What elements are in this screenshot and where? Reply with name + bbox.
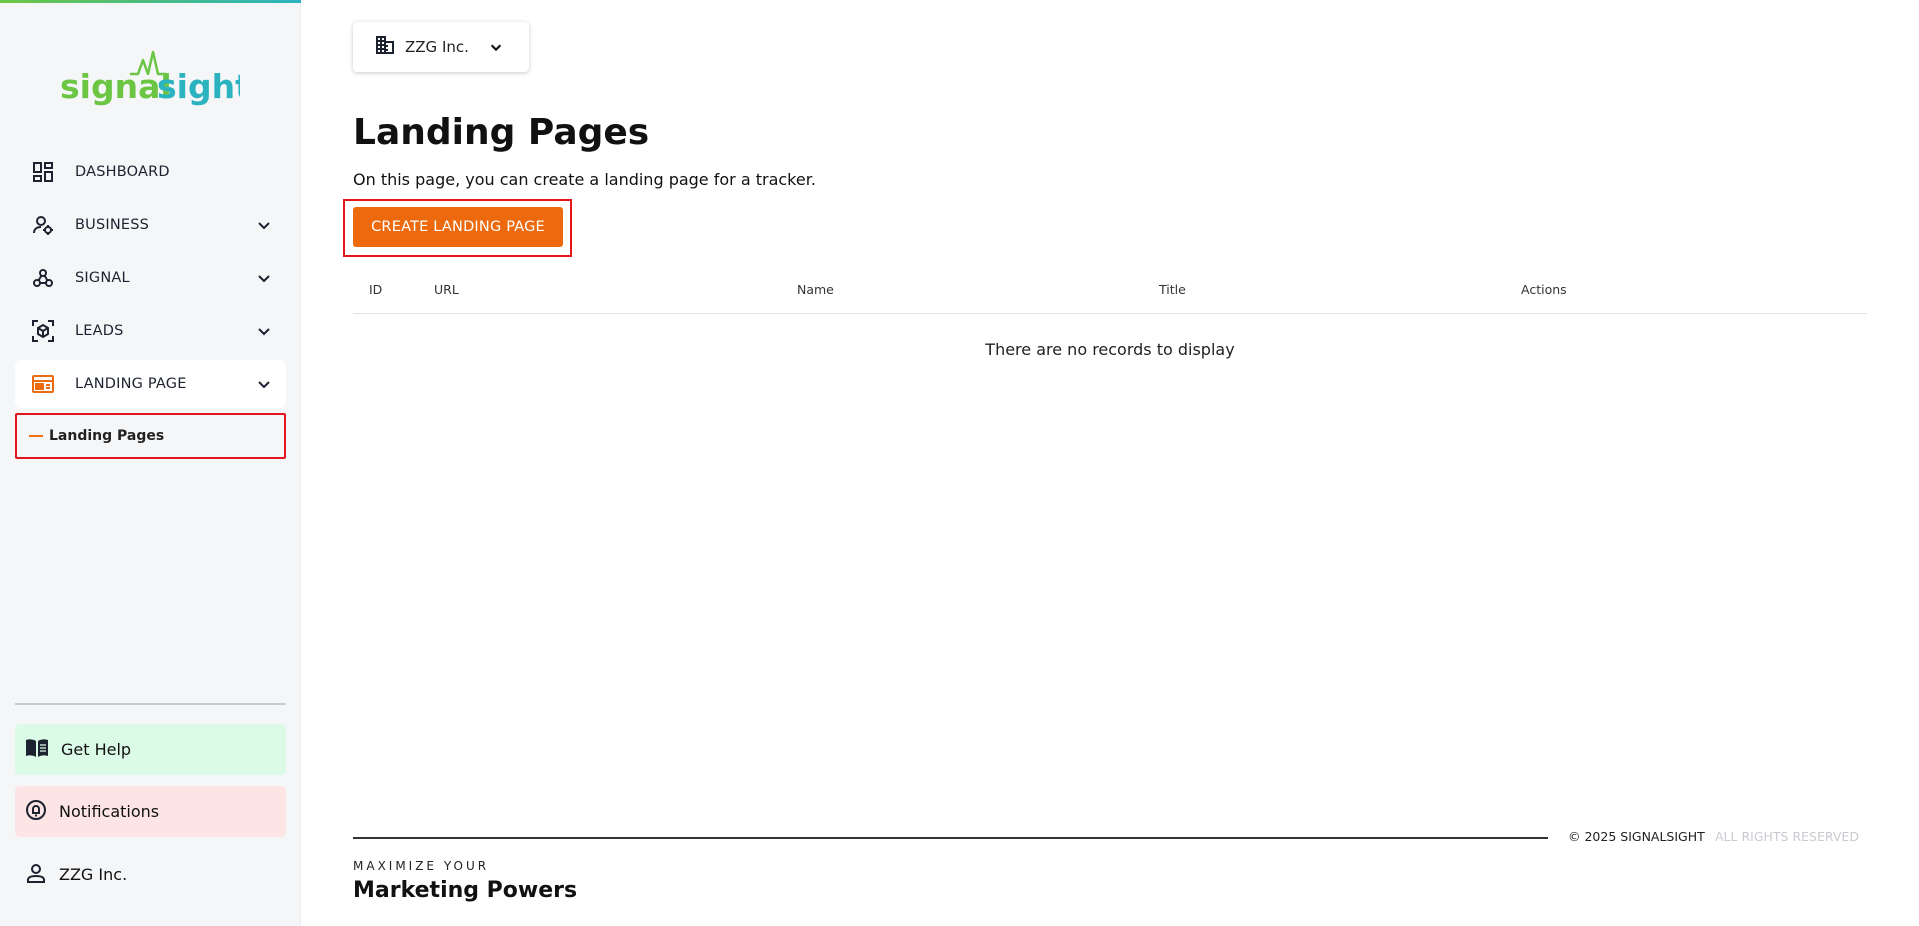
sidebar: signal sight DASHBOARD	[0, 0, 301, 926]
logo-text-signal: signal	[60, 67, 172, 106]
sidebar-item-landing-page[interactable]: LANDING PAGE	[15, 360, 286, 408]
user-icon	[25, 862, 47, 888]
leads-cube-icon	[31, 319, 55, 343]
building-icon	[375, 35, 395, 59]
page-description: On this page, you can create a landing p…	[353, 170, 816, 189]
chevron-down-icon	[258, 328, 270, 336]
sidebar-item-dashboard[interactable]: DASHBOARD	[15, 148, 286, 196]
create-landing-page-button[interactable]: CREATE LANDING PAGE	[353, 207, 563, 247]
sidebar-item-label: LANDING PAGE	[75, 376, 187, 392]
account-button[interactable]: ZZG Inc.	[15, 849, 286, 900]
notifications-button[interactable]: Notifications	[15, 786, 286, 837]
sidebar-subitem-label: Landing Pages	[49, 428, 165, 444]
rights-reserved-text: ALL RIGHTS RESERVED	[1715, 829, 1859, 844]
sidebar-item-label: DASHBOARD	[75, 164, 170, 180]
footer-divider	[353, 837, 1548, 839]
organization-select[interactable]: ZZG Inc.	[353, 22, 529, 72]
sidebar-nav: DASHBOARD BUSINESS SIGNAL LEADS LANDING …	[15, 148, 286, 459]
column-header-name[interactable]: Name	[797, 282, 834, 297]
main-content: ZZG Inc. Landing Pages On this page, you…	[343, 0, 1867, 926]
chevron-down-icon	[490, 44, 502, 52]
footer-tagline-big: Marketing Powers	[353, 878, 578, 903]
webhook-icon	[31, 266, 55, 290]
landing-page-icon	[31, 372, 55, 396]
landing-pages-table: ID URL Name Title Actions There are no r…	[353, 270, 1867, 359]
notification-bell-icon	[25, 799, 47, 825]
chevron-down-icon	[258, 275, 270, 283]
get-help-label: Get Help	[61, 740, 132, 759]
sidebar-divider	[15, 703, 286, 705]
business-user-icon	[31, 213, 55, 237]
chevron-down-icon	[258, 222, 270, 230]
column-header-url[interactable]: URL	[434, 282, 459, 297]
top-progress-line	[0, 0, 301, 3]
sidebar-item-leads[interactable]: LEADS	[15, 307, 286, 355]
app-root: signal sight DASHBOARD	[0, 0, 1919, 926]
active-dash-indicator	[29, 435, 43, 437]
signalsight-logo[interactable]: signal sight	[60, 48, 251, 108]
empty-table-message: There are no records to display	[985, 340, 1235, 359]
table-header: ID URL Name Title Actions	[353, 270, 1867, 314]
account-label: ZZG Inc.	[59, 865, 128, 884]
sidebar-item-label: BUSINESS	[75, 217, 150, 233]
organization-select-value: ZZG Inc.	[405, 38, 469, 56]
chevron-down-icon	[258, 381, 270, 389]
copyright-text: © 2025 SIGNALSIGHT	[1568, 829, 1705, 844]
sidebar-item-label: SIGNAL	[75, 270, 130, 286]
logo-text-sight: sight	[157, 67, 240, 106]
sidebar-item-business[interactable]: BUSINESS	[15, 201, 286, 249]
book-icon	[25, 737, 49, 763]
sidebar-item-label: LEADS	[75, 323, 124, 339]
sidebar-item-signal[interactable]: SIGNAL	[15, 254, 286, 302]
notifications-label: Notifications	[59, 802, 160, 821]
sidebar-subitem-landing-pages[interactable]: Landing Pages	[15, 413, 286, 459]
column-header-title[interactable]: Title	[1159, 282, 1186, 297]
get-help-button[interactable]: Get Help	[15, 724, 286, 775]
dashboard-icon	[31, 160, 55, 184]
column-header-actions: Actions	[1521, 282, 1567, 297]
page-title: Landing Pages	[353, 112, 650, 153]
footer-tagline-small: MAXIMIZE YOUR	[353, 859, 490, 873]
column-header-id[interactable]: ID	[369, 282, 382, 297]
